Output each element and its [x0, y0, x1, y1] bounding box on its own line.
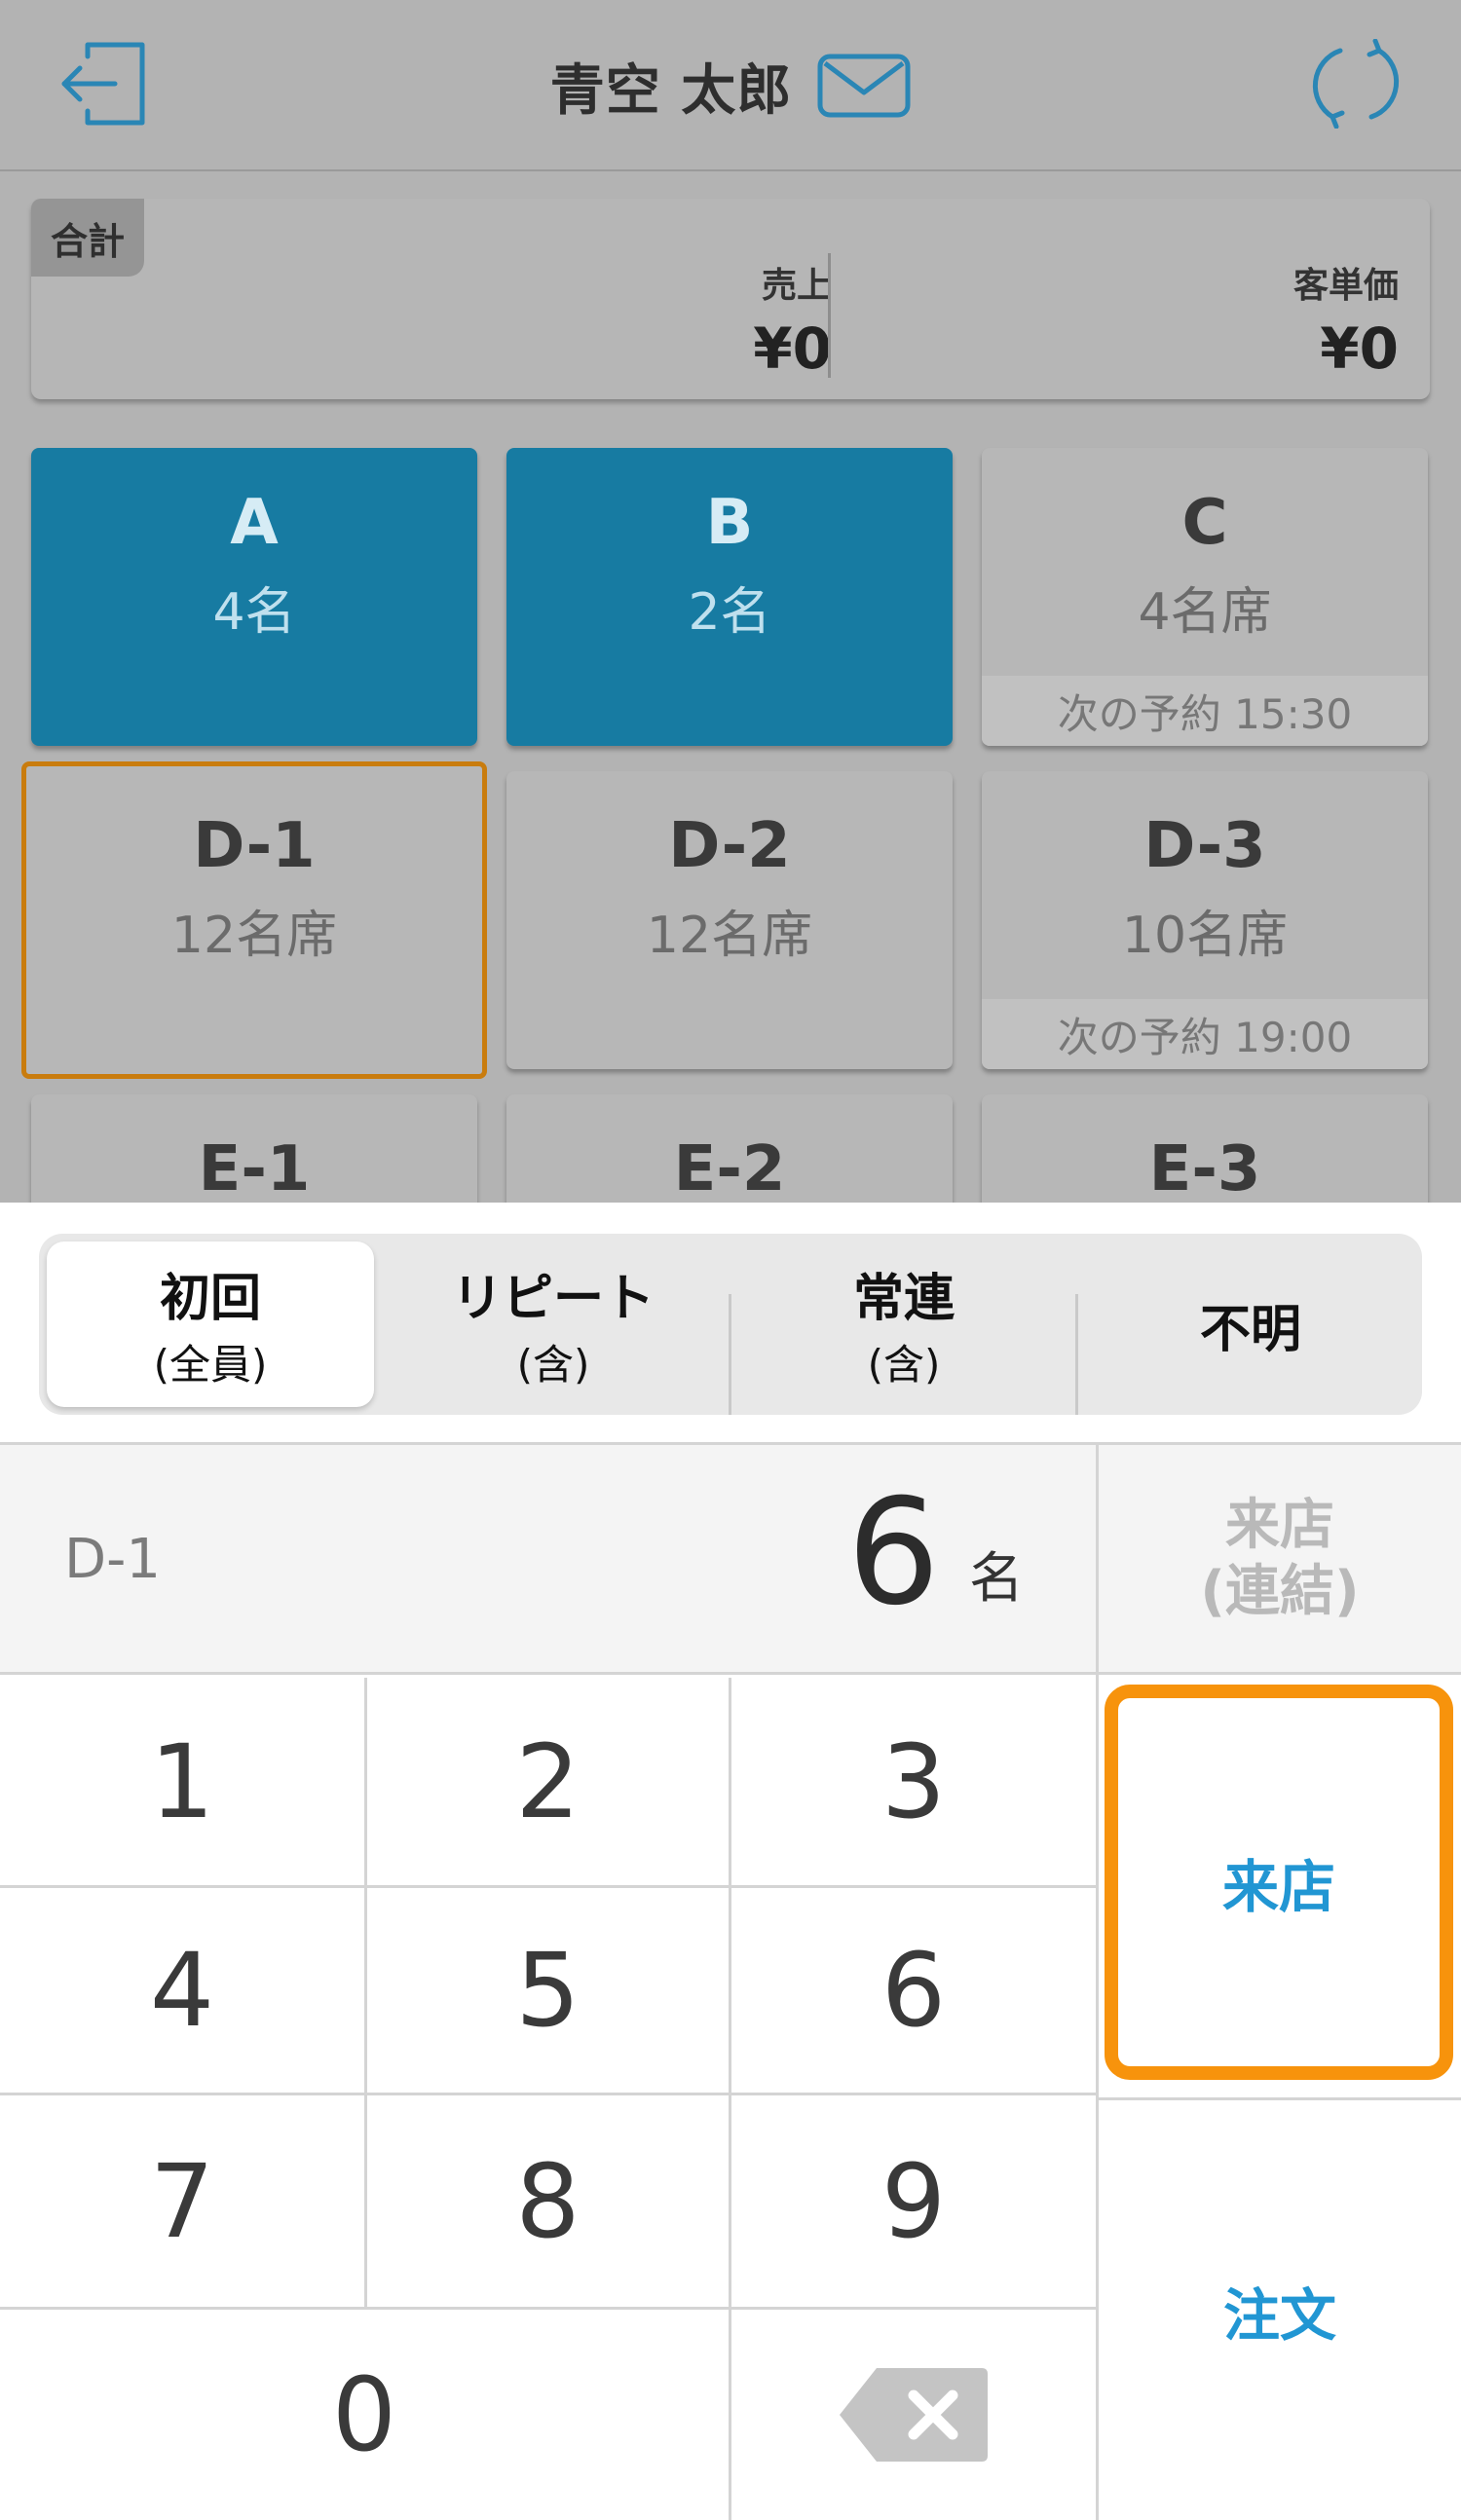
customer-type-selector: 初回 (全員) リピート (含) 常連 (含) 不明 [39, 1234, 1422, 1415]
keypad-divider [0, 2307, 1096, 2310]
table-card-a[interactable]: A 4名 [31, 448, 477, 746]
guest-count-unit: 名 [969, 1547, 1024, 1611]
sales-summary: 売上 ¥0 [753, 257, 832, 382]
table-capacity: 12名席 [646, 907, 813, 965]
keypad-divider [0, 1885, 1096, 1888]
keypad-divider [364, 1678, 367, 2307]
key-8[interactable]: 8 [367, 2095, 729, 2307]
table-name: D-1 [193, 810, 316, 882]
sales-summary-card: 合計 売上 ¥0 客単価 ¥0 [31, 199, 1430, 399]
segment-label: 初回 [159, 1270, 261, 1328]
keypad-divider [729, 1678, 731, 2520]
sync-icon[interactable] [1311, 39, 1401, 129]
key-1[interactable]: 1 [0, 1678, 364, 1885]
segment-regular[interactable]: 常連 (含) [732, 1234, 1075, 1415]
mail-icon[interactable] [817, 54, 911, 118]
guest-count-display: D-1 6 名 [0, 1445, 1096, 1675]
table-card-b[interactable]: B 2名 [506, 448, 953, 746]
guest-count-value: 6 [846, 1468, 940, 1638]
segment-label: リピート [451, 1270, 655, 1328]
visit-linked-button[interactable]: 来店 (連結) [1099, 1445, 1461, 1675]
user-name: 青空 太郎 [549, 58, 793, 123]
table-name: C [1181, 487, 1228, 559]
backspace-icon [838, 2364, 990, 2465]
table-card-e3[interactable]: E-3 [982, 1094, 1428, 1203]
summary-divider [828, 253, 831, 378]
customer-type-panel: 初回 (全員) リピート (含) 常連 (含) 不明 [0, 1203, 1461, 1442]
table-name: D-2 [668, 810, 791, 882]
table-capacity: 4名席 [1138, 583, 1272, 642]
segment-repeat[interactable]: リピート (含) [380, 1234, 727, 1415]
table-card-c[interactable]: C 4名席 次の予約 15:30 [982, 448, 1428, 746]
table-card-e2[interactable]: E-2 [506, 1094, 953, 1203]
table-name: E-1 [198, 1133, 311, 1203]
header-title: 青空 太郎 [0, 0, 1461, 171]
table-capacity: 2名 [688, 583, 771, 642]
segment-divider [729, 1294, 731, 1415]
key-7[interactable]: 7 [0, 2095, 364, 2307]
segment-sublabel: (含) [516, 1341, 590, 1389]
selected-table-label: D-1 [64, 1528, 161, 1591]
action-column: 来店 (連結) 来店 注文 [1096, 1445, 1461, 2520]
next-reservation: 次の予約 19:00 [982, 999, 1428, 1069]
app-header: 青空 太郎 [0, 0, 1461, 171]
summary-tag: 合計 [31, 199, 144, 277]
segment-label: 常連 [852, 1270, 955, 1328]
visit-linked-sublabel: (連結) [1200, 1559, 1360, 1623]
keypad-divider [0, 2093, 1096, 2095]
table-card-d1[interactable]: D-1 12名席 [21, 761, 487, 1079]
order-button[interactable]: 注文 [1099, 2100, 1461, 2520]
table-name: E-2 [673, 1133, 786, 1203]
unit-price-summary: 客単価 ¥0 [1293, 257, 1399, 382]
backspace-key[interactable] [731, 2310, 1096, 2520]
visit-linked-label: 来店 [1225, 1494, 1334, 1558]
sales-label: 売上 [761, 266, 832, 306]
table-card-e1[interactable]: E-1 [31, 1094, 477, 1203]
table-name: E-3 [1148, 1133, 1261, 1203]
table-card-d2[interactable]: D-2 12名席 [506, 771, 953, 1069]
segment-label: 不明 [1199, 1300, 1301, 1359]
segment-sublabel: (全員) [153, 1341, 268, 1389]
segment-sublabel: (含) [867, 1341, 941, 1389]
segment-first-visit[interactable]: 初回 (全員) [47, 1241, 374, 1407]
segment-unknown[interactable]: 不明 [1079, 1234, 1422, 1415]
key-0[interactable]: 0 [0, 2310, 729, 2520]
table-capacity: 10名席 [1121, 907, 1289, 965]
unit-price-label: 客単価 [1292, 266, 1399, 306]
next-reservation: 次の予約 15:30 [982, 676, 1428, 746]
segment-divider [1075, 1294, 1078, 1415]
visit-button[interactable]: 来店 [1105, 1685, 1453, 2080]
table-card-d3[interactable]: D-3 10名席 次の予約 19:00 [982, 771, 1428, 1069]
key-4[interactable]: 4 [0, 1888, 364, 2093]
table-name: B [705, 487, 754, 559]
table-capacity: 4名 [212, 583, 296, 642]
key-5[interactable]: 5 [367, 1888, 729, 2093]
background-overlay: 青空 太郎 合計 売上 ¥0 客単価 ¥0 A 4名 B 2名 C 4名席 次の… [0, 0, 1461, 1203]
key-3[interactable]: 3 [731, 1678, 1096, 1885]
table-capacity: 12名席 [170, 907, 338, 965]
key-9[interactable]: 9 [731, 2095, 1096, 2307]
key-6[interactable]: 6 [731, 1888, 1096, 2093]
table-name: A [230, 487, 279, 559]
unit-price-value: ¥0 [1320, 315, 1399, 382]
key-2[interactable]: 2 [367, 1678, 729, 1885]
table-name: D-3 [1143, 810, 1266, 882]
sales-value: ¥0 [753, 315, 832, 382]
